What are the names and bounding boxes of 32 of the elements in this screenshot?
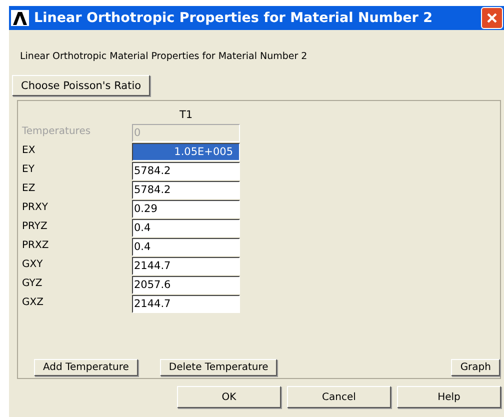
dialog-button[interactable]: OK: [177, 386, 281, 408]
close-icon: [486, 12, 498, 24]
dialog-button[interactable]: Help: [397, 386, 501, 408]
value-field[interactable]: 2057.6: [132, 276, 240, 294]
panel-button[interactable]: Graph: [451, 359, 500, 376]
dialog-button[interactable]: Cancel: [287, 386, 391, 408]
value-field[interactable]: 0.29: [132, 200, 240, 218]
row-label: PRYZ: [22, 220, 48, 234]
value-field[interactable]: 2144.7: [132, 257, 240, 275]
row-label: PRXY: [22, 201, 49, 215]
value-field[interactable]: 1.05E+005: [132, 143, 240, 161]
row-label: GXY: [22, 258, 44, 272]
logo-icon: [11, 10, 29, 26]
row-label: PRXZ: [22, 239, 50, 253]
row-label: EX: [22, 144, 36, 158]
row-label: Temperatures: [22, 125, 92, 139]
panel-button[interactable]: Add Temperature: [34, 359, 138, 376]
value-field[interactable]: 2144.7: [132, 295, 240, 313]
value-field[interactable]: 0.4: [132, 219, 240, 237]
value-field[interactable]: 0.4: [132, 238, 240, 256]
row-label: GYZ: [22, 277, 44, 291]
dialog-heading: Linear Orthotropic Material Properties for Material Number 2: [20, 51, 308, 62]
value-field[interactable]: 5784.2: [132, 162, 240, 180]
row-label: GXZ: [22, 296, 44, 310]
row-label: EY: [22, 163, 36, 177]
row-label: EZ: [22, 182, 36, 196]
close-button[interactable]: [481, 7, 503, 29]
panel-button[interactable]: Delete Temperature: [160, 359, 278, 376]
window-title: Linear Orthotropic Properties for Material Number 2: [34, 10, 434, 26]
poisson-button[interactable]: Choose Poisson's Ratio: [12, 75, 150, 96]
column-header: T1: [178, 109, 194, 123]
value-field[interactable]: 5784.2: [132, 181, 240, 199]
